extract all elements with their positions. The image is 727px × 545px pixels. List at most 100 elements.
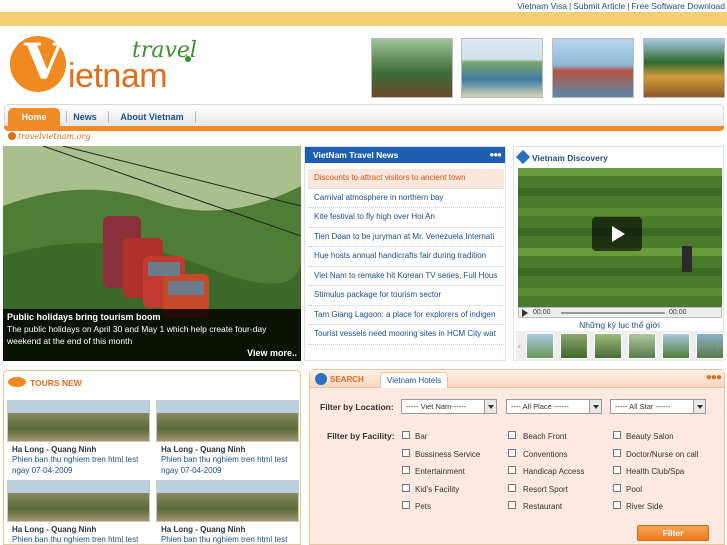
facility-checkbox[interactable] bbox=[613, 484, 621, 492]
video-player[interactable] bbox=[518, 168, 722, 308]
facility-checkbox[interactable] bbox=[402, 484, 410, 492]
news-item[interactable]: Tien Doan to be juryman at Mr. Venezuela… bbox=[308, 228, 504, 247]
search-dots-icon: ●●● bbox=[705, 372, 722, 383]
tour-title[interactable]: Ha Long - Quang Ninh bbox=[153, 445, 298, 454]
tour-image[interactable] bbox=[7, 400, 150, 442]
featured-title[interactable]: Public holidays bring tourism boom bbox=[7, 311, 297, 323]
tour-card[interactable]: Ha Long - Quang Ninh Phien ban thu nghie… bbox=[153, 480, 299, 545]
play-icon[interactable] bbox=[522, 309, 528, 317]
place-select-value: ---- All Place ------ bbox=[511, 402, 569, 411]
play-button-icon[interactable] bbox=[592, 217, 642, 251]
video-thumbnail[interactable] bbox=[662, 333, 690, 359]
tour-title[interactable]: Ha Long - Quang Ninh bbox=[4, 445, 149, 454]
video-thumbnail[interactable] bbox=[526, 333, 554, 359]
news-dots-icon: ●●● bbox=[489, 150, 502, 159]
chevron-down-icon[interactable] bbox=[693, 400, 705, 413]
video-thumbnails: ‹ › bbox=[516, 331, 724, 361]
tour-image[interactable] bbox=[156, 400, 299, 442]
facility-checkbox[interactable] bbox=[508, 484, 516, 492]
news-item[interactable]: Stimulus package for tourism sector bbox=[308, 286, 504, 306]
filter-button[interactable]: Filter bbox=[637, 525, 709, 541]
country-select[interactable]: ----- Viet Nam------ bbox=[401, 399, 497, 414]
nav-bar bbox=[4, 104, 724, 128]
vietnam-discovery-panel: Vietnam Discovery 00:00 00:00 Những kỳ l… bbox=[513, 146, 724, 361]
facility-checkbox[interactable] bbox=[508, 466, 516, 474]
link-free-software-download[interactable]: Free Software Download bbox=[631, 1, 725, 11]
news-item[interactable]: Viet Nam to remake hit Korean TV series,… bbox=[308, 267, 504, 286]
filter-facility-label: Filter by Facility: bbox=[327, 431, 395, 441]
facility-checkbox[interactable] bbox=[402, 501, 410, 509]
place-select[interactable]: ---- All Place ------ bbox=[506, 399, 602, 414]
nav-home[interactable]: Home bbox=[8, 108, 60, 126]
logo-letter: V bbox=[24, 32, 63, 91]
logo-dot bbox=[185, 56, 191, 62]
chevron-down-icon[interactable] bbox=[484, 400, 496, 413]
tour-card[interactable]: Ha Long - Quang Ninh Phien ban thu nghie… bbox=[153, 400, 299, 475]
top-link-separator: | bbox=[627, 1, 630, 11]
facility-checkbox[interactable] bbox=[613, 431, 621, 439]
facility-label: Bar bbox=[415, 432, 428, 441]
link-submit-article[interactable]: Submit Article bbox=[573, 1, 625, 11]
facility-checkbox[interactable] bbox=[402, 431, 410, 439]
chevron-down-icon[interactable] bbox=[589, 400, 601, 413]
globe-icon bbox=[315, 373, 327, 385]
tour-card[interactable]: Ha Long - Quang Ninh Phien ban thu nghie… bbox=[4, 480, 150, 545]
news-item[interactable]: Discounts to attract visitors to ancient… bbox=[308, 169, 504, 189]
tour-description: Phien ban thu nghiem tren html test ngay… bbox=[12, 455, 139, 475]
video-progress-bar[interactable] bbox=[561, 312, 665, 314]
facility-label: Bussiness Service bbox=[415, 450, 481, 459]
facility-checkbox[interactable] bbox=[613, 466, 621, 474]
video-controls[interactable]: 00:00 00:00 bbox=[518, 307, 722, 318]
discovery-title: Vietnam Discovery bbox=[532, 153, 608, 163]
facility-label: Beauty Salon bbox=[626, 432, 674, 441]
video-caption[interactable]: Những kỳ lục thế giới bbox=[514, 320, 725, 330]
video-time-total: 00:00 bbox=[669, 309, 687, 316]
facility-checkbox[interactable] bbox=[508, 449, 516, 457]
news-title: VietNam Travel News bbox=[313, 150, 399, 160]
tour-title[interactable]: Ha Long - Quang Ninh bbox=[153, 525, 298, 534]
nav-about-vietnam[interactable]: About Vietnam bbox=[116, 108, 188, 126]
tour-image[interactable] bbox=[7, 480, 150, 522]
tour-title[interactable]: Ha Long - Quang Ninh bbox=[4, 525, 149, 534]
nav-divider bbox=[66, 111, 67, 123]
facility-checkbox[interactable] bbox=[613, 501, 621, 509]
video-thumbnail[interactable] bbox=[594, 333, 622, 359]
news-item[interactable]: Tam Giang Lagoon: a place for explorers … bbox=[308, 306, 504, 325]
video-thumbnail[interactable] bbox=[696, 333, 724, 359]
page: Vietnam Visa | Submit Article | Free Softwar… bbox=[0, 0, 727, 545]
country-select-value: ----- Viet Nam------ bbox=[406, 402, 467, 411]
news-item[interactable]: Hue hosts annual handicrafts fair during… bbox=[308, 247, 504, 267]
tab-vietnam-hotels[interactable]: Vietnam Hotels bbox=[380, 372, 449, 388]
news-item[interactable]: Tourist vessels need mooring sites in HC… bbox=[308, 325, 504, 345]
nav-news[interactable]: News bbox=[70, 108, 100, 126]
facility-checkbox[interactable] bbox=[508, 431, 516, 439]
facility-label: Health Club/Spa bbox=[626, 467, 685, 476]
featured-story[interactable]: Public holidays bring tourism boom The p… bbox=[3, 146, 301, 361]
top-link-separator: | bbox=[569, 1, 572, 11]
featured-description: The public holidays on April 30 and May … bbox=[7, 324, 267, 346]
news-item[interactable]: Carnival atmosphere in northern bay bbox=[308, 189, 504, 208]
thumb-prev-icon[interactable]: ‹ bbox=[518, 341, 521, 351]
facility-checkbox[interactable] bbox=[402, 449, 410, 457]
tours-new-panel: TOURS NEW Ha Long - Quang Ninh Phien ban… bbox=[3, 370, 301, 545]
news-item[interactable]: Kite festival to fly high over Hoi An bbox=[308, 208, 504, 228]
travel-news-panel: VietNam Travel News ●●● Discounts to att… bbox=[304, 146, 506, 361]
tour-image[interactable] bbox=[156, 480, 299, 522]
header-photo-beach bbox=[461, 38, 543, 98]
thumb-next-icon[interactable]: › bbox=[716, 341, 719, 351]
tours-title: TOURS NEW bbox=[30, 378, 82, 388]
nav-divider bbox=[108, 111, 109, 123]
facility-checkbox[interactable] bbox=[508, 501, 516, 509]
star-select[interactable]: ----- All Star ------ bbox=[610, 399, 706, 414]
tab-search[interactable]: SEARCH bbox=[330, 372, 364, 388]
video-thumbnail[interactable] bbox=[560, 333, 588, 359]
video-thumbnail[interactable] bbox=[628, 333, 656, 359]
facility-checkbox[interactable] bbox=[402, 466, 410, 474]
tour-card[interactable]: Ha Long - Quang Ninh Phien ban thu nghie… bbox=[4, 400, 150, 475]
link-vietnam-visa[interactable]: Vietnam Visa bbox=[517, 1, 567, 11]
tour-description: Phien ban thu nghiem tren html test bbox=[12, 535, 139, 544]
nav-divider bbox=[195, 111, 196, 123]
facility-checkbox[interactable] bbox=[613, 449, 621, 457]
view-more-link[interactable]: View more.. bbox=[247, 348, 297, 358]
facility-label: River Side bbox=[626, 502, 663, 511]
